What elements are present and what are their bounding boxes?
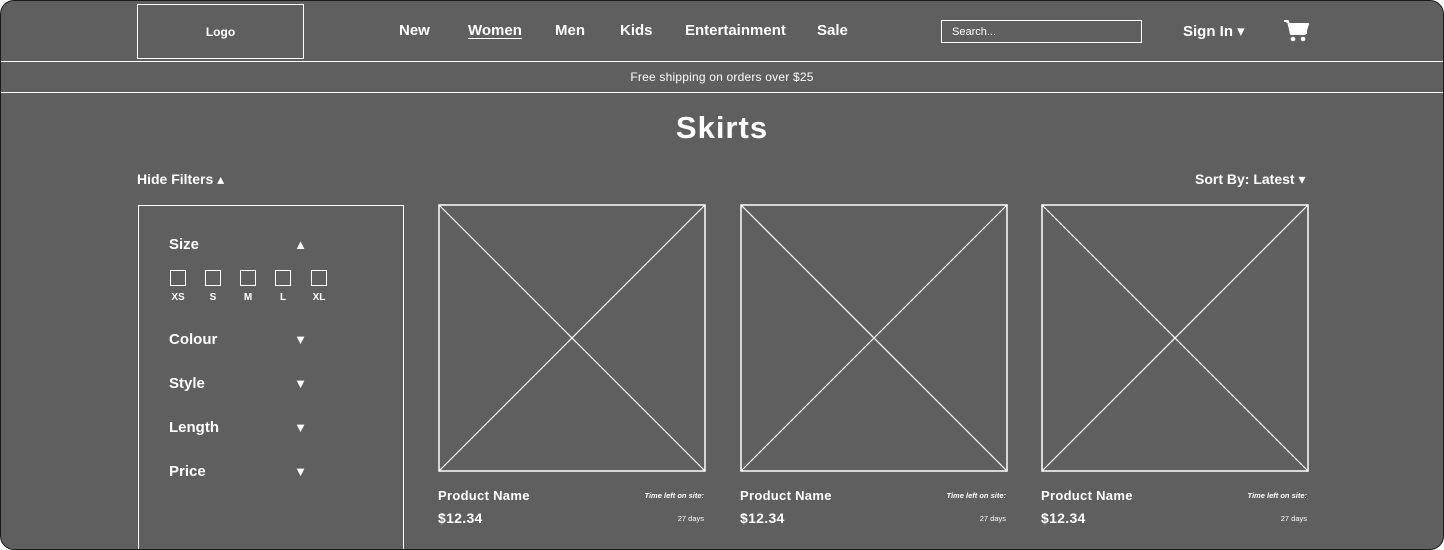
filter-price-toggle[interactable]: Price ▼: [169, 463, 307, 483]
nav-item-kids[interactable]: Kids: [620, 22, 653, 39]
product-price: $12.34: [438, 510, 483, 526]
size-checkbox[interactable]: [240, 270, 256, 286]
product-name[interactable]: Product Name: [740, 488, 832, 503]
product-name[interactable]: Product Name: [1041, 488, 1133, 503]
time-left-value: 27 days: [677, 514, 704, 523]
product-name[interactable]: Product Name: [438, 488, 530, 503]
filter-price-label: Price: [169, 463, 206, 480]
page-frame: Logo New Women Men Kids Entertainment Sa…: [0, 0, 1444, 550]
size-checkbox[interactable]: [275, 270, 291, 286]
search-input[interactable]: [941, 20, 1142, 43]
banner-divider: [1, 92, 1443, 93]
chevron-up-icon: ▲: [294, 237, 307, 252]
size-option-xs[interactable]: XS: [163, 270, 193, 306]
nav-item-entertainment[interactable]: Entertainment: [685, 22, 786, 39]
shipping-banner: Free shipping on orders over $25: [630, 70, 814, 84]
product-card[interactable]: Product Name Time left on site: $12.34 2…: [1041, 204, 1309, 534]
size-option-l[interactable]: L: [268, 270, 298, 306]
header-divider: [1, 61, 1443, 62]
time-left-value: 27 days: [1280, 514, 1307, 523]
nav-item-sale[interactable]: Sale: [817, 22, 848, 39]
filter-colour-label: Colour: [169, 331, 218, 348]
size-option-label: M: [243, 292, 253, 303]
size-option-m[interactable]: M: [233, 270, 263, 306]
nav-item-new[interactable]: New: [399, 22, 430, 39]
product-image-placeholder[interactable]: [740, 204, 1008, 472]
size-option-label: S: [209, 292, 217, 303]
sign-in-menu[interactable]: Sign In ▾: [1183, 22, 1245, 40]
chevron-down-icon: ▼: [294, 464, 307, 479]
time-left-value: 27 days: [979, 514, 1006, 523]
size-checkbox[interactable]: [170, 270, 186, 286]
size-option-label: XL: [312, 292, 326, 303]
chevron-down-icon: ▼: [294, 376, 307, 391]
product-card[interactable]: Product Name Time left on site: $12.34 2…: [438, 204, 706, 534]
filters-panel: Size ▲ XS S M L XL Colour ▼ Style ▼ Leng…: [138, 205, 404, 549]
filter-size-label: Size: [169, 236, 200, 253]
size-option-s[interactable]: S: [198, 270, 228, 306]
product-price: $12.34: [740, 510, 785, 526]
product-card[interactable]: Product Name Time left on site: $12.34 2…: [740, 204, 1008, 534]
logo-text: Logo: [205, 24, 236, 39]
filter-size-toggle[interactable]: Size ▲: [169, 236, 307, 256]
product-image-placeholder[interactable]: [438, 204, 706, 472]
chevron-down-icon: ▼: [294, 420, 307, 435]
filter-style-toggle[interactable]: Style ▼: [169, 375, 307, 395]
filter-length-toggle[interactable]: Length ▼: [169, 419, 307, 439]
time-left-label: Time left on site:: [1247, 491, 1307, 500]
chevron-down-icon: ▼: [294, 332, 307, 347]
nav-item-men[interactable]: Men: [555, 22, 585, 39]
time-left-label: Time left on site:: [946, 491, 1006, 500]
logo[interactable]: Logo: [137, 4, 304, 59]
filter-style-label: Style: [169, 375, 205, 392]
page-title: Skirts: [675, 110, 769, 145]
size-checkbox[interactable]: [205, 270, 221, 286]
cart-icon[interactable]: [1283, 18, 1309, 44]
size-option-xl[interactable]: XL: [304, 270, 334, 306]
time-left-label: Time left on site:: [644, 491, 704, 500]
filter-colour-toggle[interactable]: Colour ▼: [169, 331, 307, 351]
size-option-label: L: [279, 292, 287, 303]
product-image-placeholder[interactable]: [1041, 204, 1309, 472]
hide-filters-toggle[interactable]: Hide Filters ▴: [137, 171, 224, 188]
size-checkbox[interactable]: [311, 270, 327, 286]
sort-by-dropdown[interactable]: Sort By: Latest ▾: [1195, 171, 1306, 188]
nav-item-women[interactable]: Women: [468, 22, 522, 39]
product-price: $12.34: [1041, 510, 1086, 526]
size-option-label: XS: [171, 292, 185, 303]
filter-length-label: Length: [169, 419, 219, 436]
